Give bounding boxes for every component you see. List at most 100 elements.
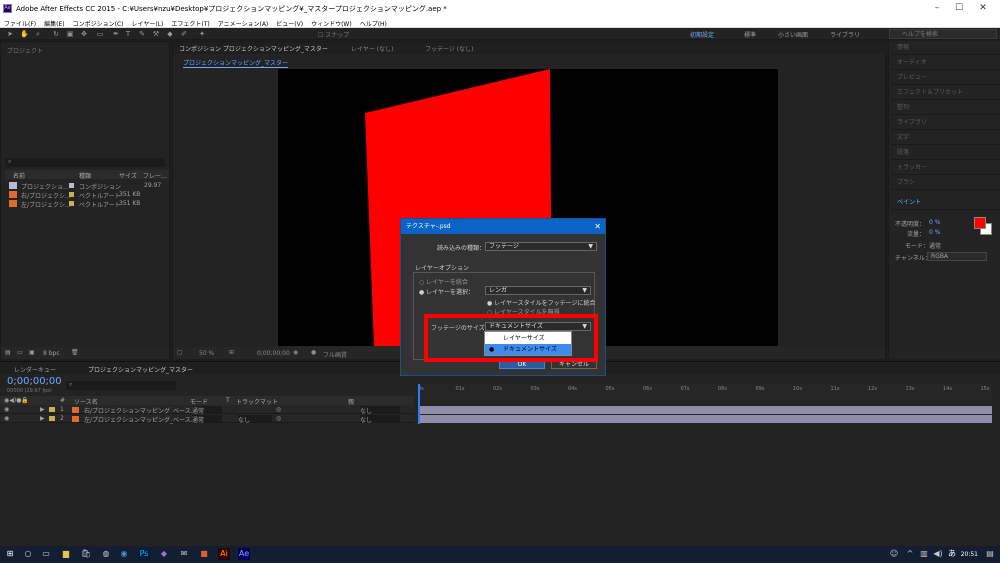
import-kind-select[interactable]: フッテージ ▼: [485, 242, 597, 251]
workspace-default[interactable]: 初期設定: [690, 30, 714, 39]
selection-tool-icon[interactable]: ➤: [6, 30, 14, 38]
visual-studio-icon[interactable]: ◆: [158, 548, 170, 560]
ime-indicator[interactable]: あ: [946, 548, 958, 560]
puppet-tool-icon[interactable]: ✦: [198, 30, 206, 38]
foreground-color-swatch[interactable]: [974, 217, 986, 229]
panel-brush[interactable]: ブラシ: [891, 176, 999, 190]
col-number[interactable]: #: [60, 397, 65, 404]
minimize-icon[interactable]: –: [930, 2, 944, 15]
choose-layer-select[interactable]: レンガ ▼: [485, 286, 591, 295]
new-folder-icon[interactable]: ▭: [17, 349, 23, 356]
workspace-small-screen[interactable]: 小さい画面: [778, 30, 808, 39]
illustrator-icon[interactable]: Ai: [218, 548, 230, 560]
comp-timecode[interactable]: 0;00;00;00: [257, 350, 290, 357]
layer-parent-select[interactable]: なし: [360, 415, 400, 424]
tab-render-queue[interactable]: レンダーキュー: [14, 365, 56, 374]
layer-mode-select[interactable]: 通常: [192, 415, 222, 424]
col-name[interactable]: 名前: [13, 171, 25, 180]
taskbar-clock[interactable]: 20:51: [961, 551, 978, 558]
layer-row[interactable]: ◉ ▶ 2 左/プロジェクションマッピング_ベース.ai 通常 なし ◎ なし: [0, 414, 414, 424]
people-icon[interactable]: ☺: [888, 548, 900, 560]
label-color-swatch[interactable]: [49, 416, 55, 421]
expand-triangle-icon[interactable]: ▶: [40, 406, 45, 413]
panel-libraries[interactable]: ライブラリ: [891, 116, 999, 130]
search-icon[interactable]: ○: [22, 548, 34, 560]
tab-composition[interactable]: コンポジション プロジェクションマッピング_マスター: [179, 44, 328, 53]
tab-timeline-comp[interactable]: プロジェクションマッピング_マスター: [88, 365, 193, 374]
layer-parent-select[interactable]: なし: [360, 406, 400, 415]
after-effects-taskbar-icon[interactable]: Ae: [238, 548, 250, 560]
snapshot-icon[interactable]: ◉: [293, 349, 298, 356]
visibility-eye-icon[interactable]: ◉: [4, 406, 9, 413]
pen-tool-icon[interactable]: ✒: [112, 30, 120, 38]
panel-paragraph[interactable]: 段落: [891, 146, 999, 160]
project-row[interactable]: 右/プロジェクシ... ベクトルアート 351 KB: [5, 190, 169, 200]
time-ruler[interactable]: 0s 01s 02s 03s 04s 05s 06s 07s 08s 09s 10s 11s 12s 13…: [418, 384, 992, 404]
grid-icon[interactable]: ⊞: [229, 349, 234, 356]
text-tool-icon[interactable]: T: [124, 30, 132, 38]
task-view-icon[interactable]: ▭: [40, 548, 52, 560]
panel-info[interactable]: 情報: [891, 41, 999, 55]
roto-brush-tool-icon[interactable]: ✐: [180, 30, 188, 38]
resolution-select[interactable]: フル画質: [323, 350, 347, 359]
close-icon[interactable]: ✕: [976, 2, 990, 15]
panel-align[interactable]: 整列: [891, 101, 999, 115]
project-row[interactable]: プロジェクショ... コンポジション 29.97: [5, 181, 169, 191]
brush-tool-icon[interactable]: ✎: [138, 30, 146, 38]
hand-tool-icon[interactable]: ✋: [20, 30, 29, 38]
comp-breadcrumb[interactable]: プロジェクションマッピング_マスター: [183, 58, 289, 68]
show-hidden-icons-icon[interactable]: ^: [904, 548, 916, 560]
interpret-footage-icon[interactable]: ▤: [5, 349, 11, 356]
trash-icon[interactable]: 🗑: [71, 349, 79, 356]
current-time-indicator[interactable]: [418, 384, 420, 424]
menu-file[interactable]: ファイル(F): [0, 17, 40, 28]
pickwhip-icon[interactable]: ◎: [276, 415, 281, 422]
label-color-swatch[interactable]: [49, 407, 55, 412]
col-t[interactable]: T: [226, 397, 230, 404]
panel-paint[interactable]: ペイント: [891, 196, 999, 210]
project-search-input[interactable]: ⌕: [5, 158, 165, 167]
camera-tool-icon[interactable]: ▣: [66, 30, 74, 38]
rotate-tool-icon[interactable]: ↻: [52, 30, 60, 38]
layer-row[interactable]: ◉ ▶ 1 右/プロジェクションマッピング_ベース.ai 通常 ◎ なし: [0, 405, 414, 415]
app-icon[interactable]: ■: [198, 548, 210, 560]
merge-layers-radio[interactable]: ○ レイヤーを統合: [419, 277, 468, 286]
menu-composition[interactable]: コンポジション(C): [69, 17, 128, 28]
dialog-close-icon[interactable]: ✕: [594, 219, 601, 234]
panel-preview[interactable]: プレビュー: [891, 71, 999, 85]
rectangle-tool-icon[interactable]: ▭: [96, 30, 104, 38]
visibility-eye-icon[interactable]: ◉: [4, 415, 9, 422]
workspace-standard[interactable]: 標準: [744, 30, 756, 39]
menu-layer[interactable]: レイヤー(L): [128, 17, 168, 28]
current-time-display[interactable]: 0;00;00;00: [7, 376, 62, 387]
bpc-label[interactable]: 8 bpc: [43, 350, 60, 357]
opacity-value[interactable]: 0 %: [929, 219, 940, 226]
tab-layer[interactable]: レイヤー (なし): [351, 44, 393, 53]
browser-icon[interactable]: ◉: [118, 548, 130, 560]
menu-help[interactable]: ヘルプ(H): [356, 17, 391, 28]
help-search-input[interactable]: ヘルプを検索: [889, 29, 997, 39]
maximize-icon[interactable]: ☐: [952, 2, 966, 15]
pickwhip-icon[interactable]: ◎: [276, 406, 281, 413]
menu-window[interactable]: ウィンドウ(W): [307, 17, 356, 28]
tab-footage[interactable]: フッテージ (なし): [425, 44, 473, 53]
panel-tracker[interactable]: トラッカー: [891, 161, 999, 175]
mail-icon[interactable]: ✉: [178, 548, 190, 560]
pan-behind-tool-icon[interactable]: ✥: [80, 30, 88, 38]
merge-styles-radio[interactable]: ● レイヤースタイルをフッテージに統合: [487, 298, 596, 307]
magnification-icon[interactable]: ▢: [177, 349, 183, 356]
menu-edit[interactable]: 編集(E): [40, 17, 68, 28]
layer-trackmatte-select[interactable]: なし: [238, 415, 272, 424]
timeline-search-input[interactable]: ⌕: [66, 381, 176, 390]
mode-select[interactable]: 通常: [929, 241, 941, 250]
store-icon[interactable]: 🛍: [80, 548, 92, 560]
volume-icon[interactable]: ◀): [932, 548, 944, 560]
col-fps[interactable]: フレー...: [143, 171, 167, 180]
photoshop-icon[interactable]: Ps: [138, 548, 150, 560]
menu-effect[interactable]: エフェクト(T): [167, 17, 213, 28]
panel-character[interactable]: 文字: [891, 131, 999, 145]
zoom-tool-icon[interactable]: ⌕: [34, 30, 42, 38]
expand-triangle-icon[interactable]: ▶: [40, 415, 45, 422]
flow-value[interactable]: 0 %: [929, 229, 940, 236]
network-icon[interactable]: ▥: [918, 548, 930, 560]
